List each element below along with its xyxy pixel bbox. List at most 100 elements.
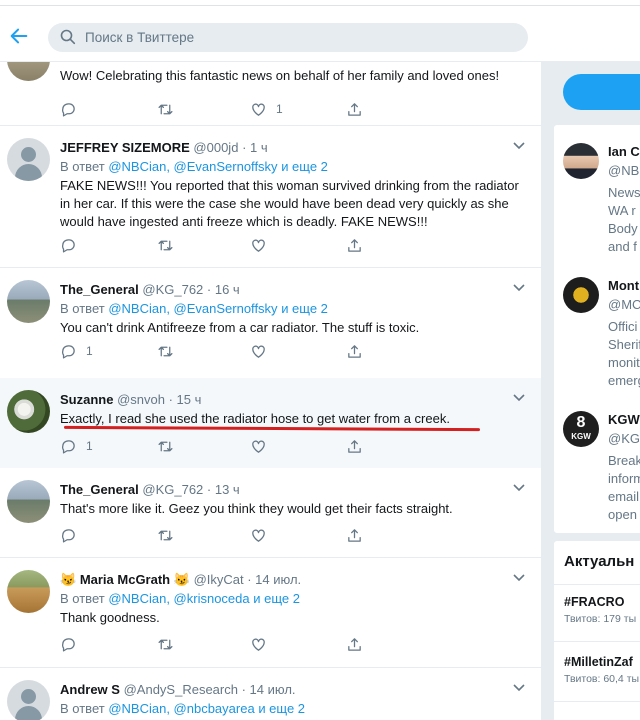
suggestion-name[interactable]: KGW (608, 412, 640, 427)
retweet-button[interactable] (157, 525, 174, 545)
tweet-time[interactable]: · 14 июл. (242, 682, 296, 697)
share-button[interactable] (346, 634, 363, 654)
tweet-item[interactable]: Wow! Celebrating this fantastic news on … (0, 62, 541, 126)
cat-emoji-icon: 😼 (173, 572, 190, 587)
retweet-button[interactable] (157, 634, 174, 654)
share-button[interactable] (346, 341, 363, 361)
trend-item[interactable]: #MilletinZaf Твитов: 60,4 ты (564, 655, 639, 685)
reply-button[interactable] (60, 235, 77, 255)
reply-mentions[interactable]: @NBCian, @EvanSernoffsky (108, 159, 277, 174)
tweet-item[interactable]: 😼 Maria McGrath 😼 @IkyCat · 14 июл. В от… (0, 558, 541, 668)
retweet-button[interactable] (157, 99, 174, 119)
author-handle[interactable]: @000jd (193, 140, 238, 155)
trend-name[interactable]: #MilletinZaf (564, 655, 639, 669)
like-button[interactable] (250, 235, 267, 255)
reply-context: В ответ @NBCian, @nbcbayarea и еще 2 (60, 700, 531, 718)
tweet-item-focused[interactable]: Suzanne @snvoh · 15 ч Exactly, I read sh… (0, 378, 541, 468)
heart-icon (252, 239, 265, 252)
like-button[interactable] (250, 436, 267, 456)
trend-name[interactable]: #FRACRO (564, 595, 636, 609)
reply-more-link[interactable]: и еще 2 (281, 301, 328, 316)
avatar[interactable] (7, 138, 50, 181)
tweet-item[interactable]: JEFFREY SIZEMORE @000jd · 1 ч В ответ @N… (0, 126, 541, 268)
like-button[interactable]: 1 (250, 99, 283, 119)
avatar[interactable] (7, 280, 50, 323)
like-button[interactable] (250, 341, 267, 361)
tweet-actions: 1 (60, 436, 380, 456)
search-icon (60, 29, 76, 45)
avatar[interactable] (7, 62, 50, 81)
divider (554, 701, 640, 702)
retweet-button[interactable] (157, 235, 174, 255)
tweet-time[interactable]: · 16 ч (207, 282, 240, 297)
reply-icon (62, 238, 75, 253)
avatar[interactable] (7, 680, 50, 720)
author-name[interactable]: Andrew S (60, 682, 120, 697)
avatar[interactable]: 8 KGW (563, 411, 599, 447)
reply-button[interactable] (60, 99, 77, 119)
avatar[interactable] (563, 143, 599, 179)
author-handle[interactable]: @KG_762 (142, 282, 203, 297)
tweet-item[interactable]: The_General @KG_762 · 13 ч That's more l… (0, 468, 541, 558)
share-button[interactable] (346, 525, 363, 545)
author-handle[interactable]: @snvoh (117, 392, 165, 407)
author-name[interactable]: Maria McGrath (80, 572, 170, 587)
share-button[interactable] (346, 235, 363, 255)
share-button[interactable] (346, 99, 363, 119)
reply-more-link[interactable]: и еще 2 (258, 701, 305, 716)
tweet-time[interactable]: · 1 ч (242, 140, 268, 155)
search-input[interactable]: Поиск в Твиттере (48, 23, 528, 52)
reply-button[interactable] (60, 634, 77, 654)
tweet-item[interactable]: The_General @KG_762 · 16 ч В ответ @NBCi… (0, 268, 541, 378)
heart-icon (252, 440, 265, 453)
like-button[interactable] (250, 634, 267, 654)
tweet-time[interactable]: · 15 ч (169, 392, 202, 407)
tweet-text: You can't drink Antifreeze from a car ra… (60, 320, 420, 335)
author-handle[interactable]: @AndyS_Research (124, 682, 238, 697)
reply-context: В ответ @NBCian, @EvanSernoffsky и еще 2 (60, 300, 531, 318)
suggestion-name[interactable]: Ian C (608, 144, 640, 159)
like-button[interactable] (250, 525, 267, 545)
reply-prefix: В ответ (60, 701, 105, 716)
share-icon (348, 637, 361, 651)
tweet-time[interactable]: · 14 июл. (247, 572, 301, 587)
trend-item[interactable]: #FRACRO Твитов: 179 ты (564, 595, 636, 625)
reply-mentions[interactable]: @NBCian, @krisnoceda (108, 591, 249, 606)
avatar[interactable] (7, 480, 50, 523)
author-name[interactable]: The_General (60, 282, 139, 297)
sheriff-badge-icon[interactable] (563, 277, 599, 313)
retweet-button[interactable] (157, 436, 174, 456)
reply-mentions[interactable]: @NBCian, @EvanSernoffsky (108, 301, 277, 316)
reply-button[interactable]: 1 (60, 436, 93, 456)
share-icon (348, 344, 361, 358)
share-button[interactable] (346, 436, 363, 456)
author-name[interactable]: JEFFREY SIZEMORE (60, 140, 190, 155)
divider (554, 641, 640, 642)
share-icon (348, 528, 361, 542)
author-handle[interactable]: @IkyCat (194, 572, 244, 587)
avatar[interactable] (7, 390, 50, 433)
reply-button[interactable] (60, 525, 77, 545)
author-name[interactable]: The_General (60, 482, 139, 497)
suggestion-name[interactable]: Mont (608, 278, 639, 293)
reply-icon (62, 528, 75, 543)
author-handle[interactable]: @KG_762 (142, 482, 203, 497)
heart-icon (252, 103, 265, 116)
tweet-compose-button[interactable] (563, 74, 640, 110)
reply-more-link[interactable]: и еще 2 (253, 591, 300, 606)
back-arrow-icon[interactable] (8, 25, 30, 47)
reply-more-link[interactable]: и еще 2 (281, 159, 328, 174)
browser-edge (0, 0, 640, 6)
avatar[interactable] (7, 570, 50, 613)
tweet-text: FAKE NEWS!!! You reported that this woma… (60, 178, 519, 229)
tweet-item[interactable]: Andrew S @AndyS_Research · 14 июл. В отв… (0, 668, 541, 720)
tweet-time[interactable]: · 13 ч (207, 482, 240, 497)
reply-button[interactable]: 1 (60, 341, 93, 361)
reply-mentions[interactable]: @NBCian, @nbcbayarea (108, 701, 254, 716)
author-name[interactable]: Suzanne (60, 392, 113, 407)
retweet-button[interactable] (157, 341, 174, 361)
reply-icon (62, 637, 75, 652)
reply-context: В ответ @NBCian, @krisnoceda и еще 2 (60, 590, 531, 608)
tweet-text: Wow! Celebrating this fantastic news on … (60, 68, 500, 83)
tweet-text: That's more like it. Geez you think they… (60, 501, 453, 516)
